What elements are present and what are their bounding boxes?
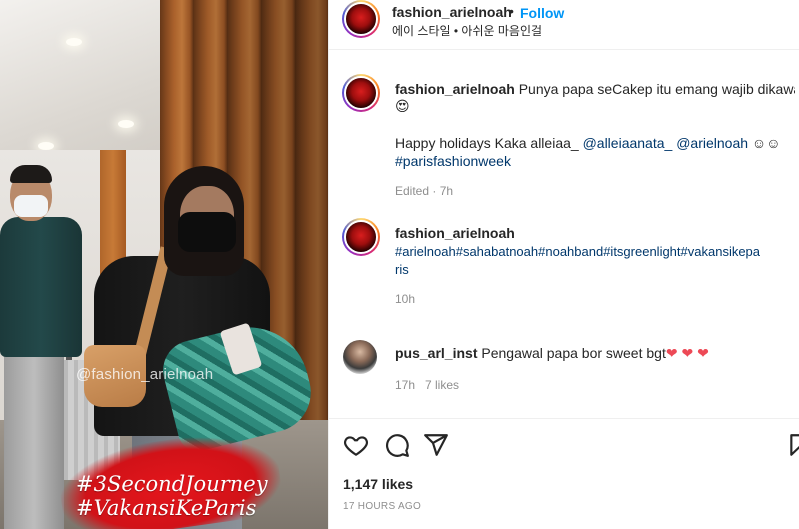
ceiling-light [38, 142, 54, 150]
comment-hashtags[interactable]: #arielnoah#sahabatnoah#noahband#itsgreen… [395, 243, 760, 261]
bookmark-icon[interactable] [787, 432, 799, 458]
caption-avatar[interactable] [342, 74, 380, 112]
comment-body: pus_arl_inst Pengawal papa bor sweet bgt… [395, 344, 709, 362]
comment-time: 17h [395, 378, 416, 392]
ceiling-light [66, 38, 82, 46]
caption-meta: Edited · 7h [395, 184, 454, 198]
caption-username[interactable]: fashion_arielnoah [395, 81, 515, 97]
share-icon[interactable] [423, 432, 449, 458]
post-timestamp[interactable]: 17 HOURS AGO [343, 501, 421, 512]
comment-username[interactable]: pus_arl_inst [395, 345, 477, 361]
hashtag-link[interactable]: #parisfashionweek [395, 152, 511, 170]
ceiling-light [118, 120, 134, 128]
sticker-hashtag-2: #VakansiKeParis [76, 496, 257, 520]
caption-emoji: 😍 [395, 98, 410, 114]
post-viewer: @fashion_arielnoah #3SecondJourney #Vaka… [0, 0, 799, 529]
comment-hashtags-cont[interactable]: ris [395, 261, 409, 279]
comment-avatar[interactable] [342, 218, 380, 256]
caption-first-line: fashion_arielnoah Punya papa seCakep itu… [395, 80, 795, 98]
comment-avatar[interactable] [343, 340, 377, 374]
heart-emoji: ❤ ❤ ❤ [665, 345, 709, 361]
divider [328, 49, 799, 50]
header-username[interactable]: fashion_arielnoah [392, 4, 512, 20]
comment-username[interactable]: fashion_arielnoah [395, 224, 515, 242]
mention-link[interactable]: @arielnoah [676, 135, 748, 151]
comment-likes[interactable]: 7 likes [425, 378, 459, 392]
mention-link[interactable]: @alleiaanata_ [583, 135, 673, 151]
comment-icon[interactable] [384, 432, 410, 458]
watermark: @fashion_arielnoah [76, 366, 214, 383]
header-avatar[interactable] [342, 0, 380, 38]
caption-emoji-2: ☺☺ [751, 135, 781, 151]
comment-text: Pengawal papa bor sweet bgt [481, 345, 666, 361]
caption-text: Punya papa seCakep itu emang wajib dikaw… [518, 81, 795, 97]
heart-icon[interactable] [343, 432, 369, 458]
sticker-hashtag-1: #3SecondJourney [76, 472, 268, 496]
comment-time: 10h [395, 292, 416, 306]
header-separator: • [509, 3, 514, 19]
follow-button[interactable]: Follow [520, 5, 564, 21]
audio-track[interactable]: 에이 스타일 • 아쉬운 마음인걸 [392, 22, 542, 39]
divider [328, 418, 799, 419]
caption-greeting: Happy holidays Kaka alleiaa_ [395, 135, 583, 151]
like-count[interactable]: 1,147 likes [343, 476, 413, 492]
post-media[interactable]: @fashion_arielnoah #3SecondJourney #Vaka… [0, 0, 328, 529]
caption-second-paragraph: Happy holidays Kaka alleiaa_ @alleiaanat… [395, 134, 781, 152]
